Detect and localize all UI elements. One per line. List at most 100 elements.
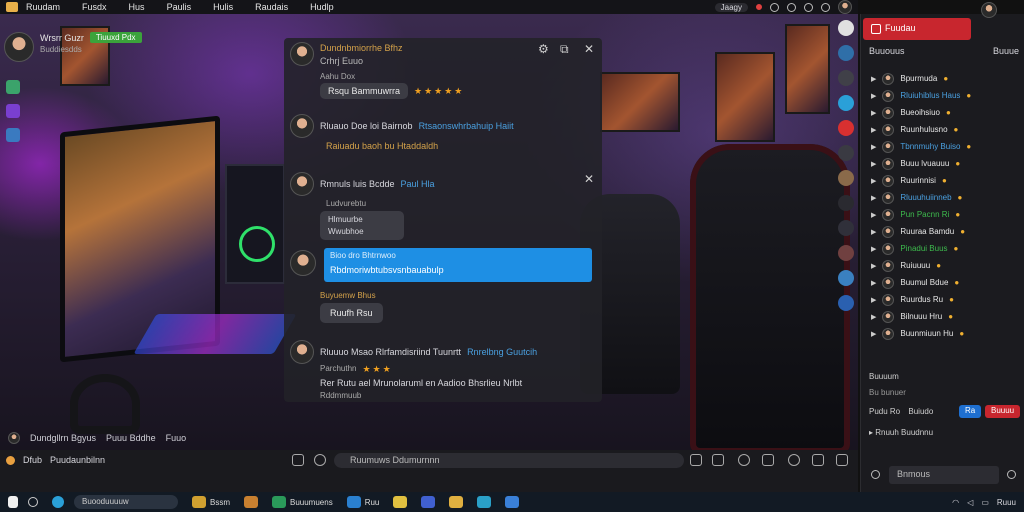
app-icon[interactable] [838,295,854,311]
send-icon[interactable] [1007,470,1016,479]
user-list-item[interactable]: ▶ Bilnuuu Hru ● [871,308,1021,325]
user-list-item[interactable]: ▶ Ruurdus Ru ● [871,291,1021,308]
taskbar-app-label[interactable]: Ruu [365,498,380,507]
user-list-item[interactable]: ▶ Ruuraa Bamdu ● [871,223,1021,240]
taskbar-search[interactable]: Buooduuuuw [74,495,178,509]
wifi-icon[interactable]: ◠ [952,498,959,507]
app-icon[interactable] [838,195,854,211]
settings-icon[interactable] [788,454,800,466]
avatar[interactable] [838,0,852,14]
app-icon[interactable] [838,20,854,36]
user-list-item[interactable]: ▶ Ruiuuuu ● [871,257,1021,274]
expand-icon[interactable]: ▶ [871,313,876,321]
chat-username[interactable]: Dundnbmiorrhe Bfhz [320,43,403,53]
control-label[interactable]: Puudaunbilnn [50,455,105,465]
panel-chat-input[interactable]: Bnmous [889,466,999,484]
chat-username[interactable]: Rluuuo Msao Rlrfamdisriind Tuunrtt [320,347,461,357]
control-label[interactable]: Dfub [23,455,42,465]
user-list-item[interactable]: ▶ Rluuuhuiinneb ● [871,189,1021,206]
user-list-item[interactable]: ▶ Bueoihsiuo ● [871,104,1021,121]
expand-icon[interactable]: ▶ [871,126,876,134]
app-icon[interactable] [838,120,854,136]
taskbar-app-label[interactable]: Buuumuens [290,498,333,507]
battery-icon[interactable]: ▭ [981,498,989,507]
menu-item-1[interactable]: Fusdx [82,2,107,12]
chat-icon[interactable] [6,80,20,94]
app-icon[interactable] [421,496,436,508]
expand-icon[interactable]: ▶ [871,92,876,100]
app-icon[interactable] [477,496,492,508]
menu-item-6[interactable]: Hudlp [310,2,334,12]
user-list-item[interactable]: ▶ Ruurinnisi ● [871,172,1021,189]
menu-item-0[interactable]: Ruudam [26,2,60,12]
user-list-item[interactable]: ▶ Buunmiuun Hu ● [871,325,1021,342]
attach-icon[interactable] [712,454,724,466]
edge-icon[interactable] [52,496,64,508]
taskbar-app-label[interactable]: Bssm [210,498,230,507]
user-list-item[interactable]: ▶ Pun Pacnn Ri ● [871,206,1021,223]
user-list-item[interactable]: ▶ Tbnnmuhy Buiso ● [871,138,1021,155]
expand-icon[interactable]: ▶ [871,160,876,168]
expand-icon[interactable]: ▶ [871,262,876,270]
search-icon[interactable] [770,2,779,12]
user-list-item[interactable]: ▶ Rluiuhiblus Haus ● [871,87,1021,104]
tab-active[interactable]: Fuudau [863,18,971,40]
account-pill[interactable]: Jaagy [714,2,748,12]
app-icon[interactable] [346,496,361,508]
app-icon[interactable] [838,270,854,286]
close-icon[interactable]: ✕ [584,172,594,186]
user-list-item[interactable]: ▶ Buumul Bdue ● [871,274,1021,291]
gift-icon[interactable] [6,128,20,142]
subtab[interactable]: Buuouus [869,46,905,56]
menu-item-4[interactable]: Hulis [213,2,233,12]
expand-icon[interactable]: ▶ [871,194,876,202]
menu-item-2[interactable]: Hus [129,2,145,12]
app-icon[interactable] [838,245,854,261]
expand-icon[interactable]: ▶ [871,330,876,338]
gift-icon[interactable] [762,454,774,466]
mic-icon[interactable] [812,454,824,466]
gif-icon[interactable] [314,454,326,466]
streamer-name[interactable]: Wrsrr Guzr [40,33,84,43]
app-icon[interactable] [192,496,206,508]
minimize-icon[interactable] [804,2,813,12]
expand-icon[interactable]: ▶ [871,296,876,304]
search-icon[interactable] [28,497,38,507]
poll-icon[interactable] [6,104,20,118]
app-icon[interactable] [838,220,854,236]
chat-user-name[interactable]: Rnuuh Buudnnu [875,428,933,437]
action-button-red[interactable]: Buuuu [985,405,1021,418]
app-icon[interactable] [244,496,258,508]
app-icon[interactable] [449,496,464,508]
chat-input[interactable]: Ruumuws Ddumurnnn [334,453,684,468]
user-list-item[interactable]: ▶ Ruunhulusno ● [871,121,1021,138]
highlighted-message[interactable]: Bioo dro Bhtrnwoo Rbdmoriwbtubsvsnbauabu… [324,248,592,282]
menu-item-3[interactable]: Paulis [167,2,192,12]
app-icon[interactable] [838,70,854,86]
fullscreen-icon[interactable] [836,454,848,466]
bell-icon[interactable] [756,4,762,10]
app-icon[interactable] [838,170,854,186]
volume-icon[interactable]: ◁ [967,498,973,507]
expand-icon[interactable]: ▶ [871,211,876,219]
expand-icon[interactable]: ▶ [871,143,876,151]
expand-icon[interactable]: ▶ [871,177,876,185]
user-list-item[interactable]: ▶ Buuu lvuauuu ● [871,155,1021,172]
action-button-blue[interactable]: Ra [959,405,982,418]
record-icon[interactable] [6,455,15,465]
emoji-icon[interactable] [292,454,304,466]
subtab[interactable]: Buuue [993,46,1019,56]
tray-text[interactable]: Ruuu [997,498,1016,507]
app-icon[interactable] [838,145,854,161]
expand-icon[interactable]: ▶ [871,109,876,117]
chat-username[interactable]: Rmnuls luis Bcdde [320,179,395,189]
app-icon[interactable] [838,45,854,61]
sticker-icon[interactable] [738,454,750,466]
expand-icon[interactable]: ▶ [871,245,876,253]
app-icon[interactable] [393,496,408,508]
chat-username[interactable]: Rluauo Doe loi Bairnob [320,121,413,131]
expand-icon[interactable]: ▶ [871,228,876,236]
avatar[interactable] [981,2,997,18]
user-list-item[interactable]: ▶ Bpurmuda ● [871,70,1021,87]
maximize-icon[interactable] [821,2,830,12]
